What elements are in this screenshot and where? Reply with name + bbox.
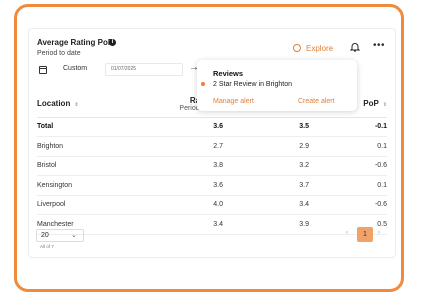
alerts-popover: Reviews 2 Star Review in Brighton Manage… — [197, 60, 357, 111]
alert-item[interactable]: 2 Star Review in Brighton — [213, 81, 292, 88]
sort-icon: ⇕ — [74, 102, 79, 109]
page-size-value: 20 — [41, 232, 49, 239]
table-row[interactable]: Total 3.6 3.5 -0.1 — [37, 117, 387, 137]
table-row[interactable]: Brighton 2.7 2.9 0.1 — [37, 136, 387, 157]
search-icon — [293, 44, 301, 52]
popover-title: Reviews — [213, 69, 244, 78]
prev-page-button[interactable]: ‹ — [346, 230, 348, 236]
info-icon[interactable]: i — [109, 39, 116, 46]
table-row[interactable]: Liverpool 4.0 3.4 -0.6 — [37, 195, 387, 215]
chevron-down-icon: ⌄ — [71, 232, 77, 239]
manage-alert-link[interactable]: Manage alert — [213, 98, 254, 105]
header-location[interactable]: Location ⇕ — [37, 91, 135, 118]
bell-icon[interactable] — [350, 42, 360, 52]
date-value: 01/07/2025 — [111, 66, 137, 72]
table-row[interactable]: Kensington 3.6 3.7 0.1 — [37, 175, 387, 196]
sort-icon: ⇕ — [382, 102, 387, 109]
period-filter[interactable]: Custom — [63, 65, 87, 72]
row-count: All of 7 — [40, 244, 54, 249]
ratings-table: Location⇕ Rating⇕ Period to date PoP⇕ To… — [37, 91, 387, 235]
page-size-select[interactable]: 20 ⌄ — [36, 229, 84, 242]
next-page-button[interactable]: › — [378, 230, 380, 236]
explore-button[interactable]: Explore — [293, 43, 333, 53]
calendar-icon — [39, 66, 47, 74]
table-row[interactable]: Manchester 3.4 3.9 0.5 — [37, 214, 387, 235]
widget-title: Average Rating PoP — [37, 38, 114, 47]
unread-dot — [201, 82, 205, 86]
page-button-current[interactable]: 1 — [357, 227, 373, 242]
more-icon[interactable]: ••• — [373, 40, 385, 51]
table-row[interactable]: Bristol 3.8 3.2 -0.6 — [37, 156, 387, 176]
create-alert-link[interactable]: Create alert — [298, 98, 335, 105]
widget-subtitle: Period to date — [37, 50, 81, 57]
explore-label: Explore — [306, 44, 334, 53]
